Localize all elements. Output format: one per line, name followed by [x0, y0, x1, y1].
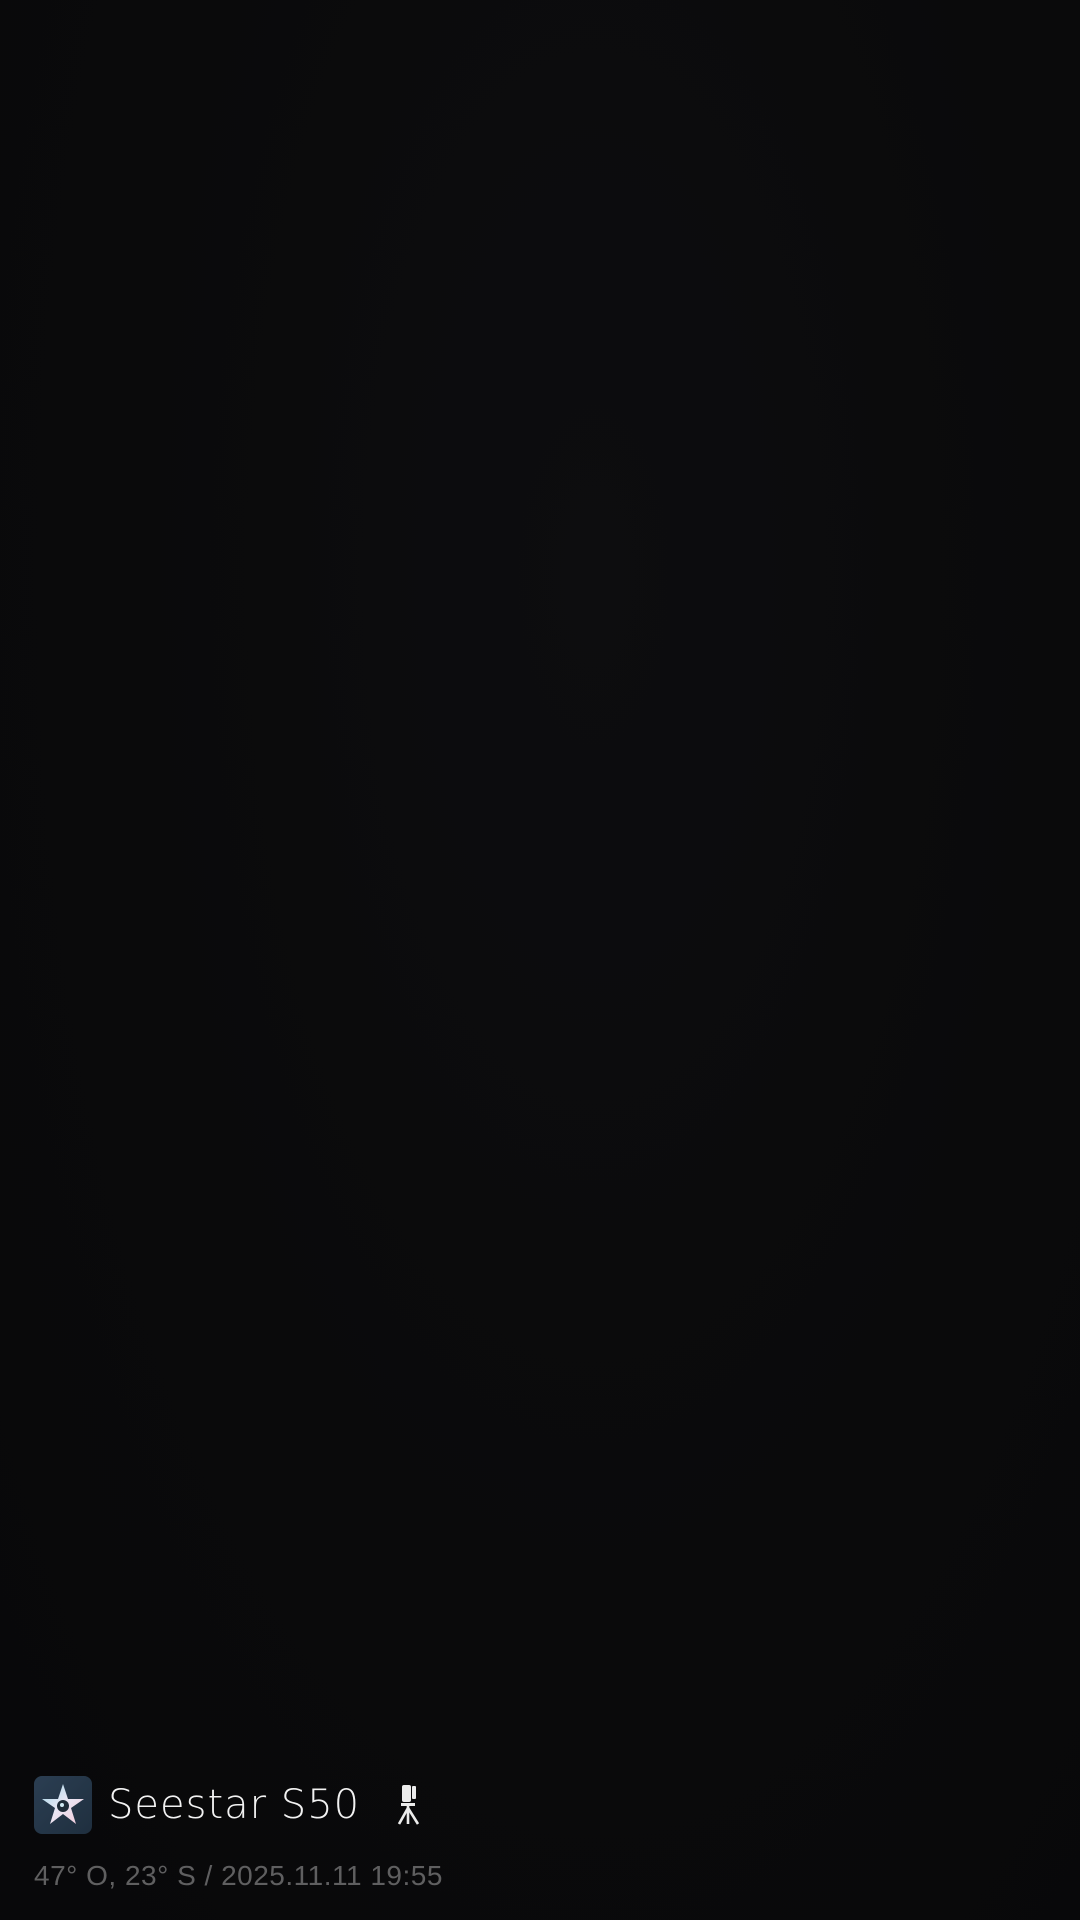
- device-watermark: Seestar S50: [34, 1776, 422, 1834]
- seestar-logo-icon: [34, 1776, 92, 1834]
- telescope-tripod-icon: [396, 1784, 422, 1826]
- capture-info-text: 47° O, 23° S / 2025.11.11 19:55: [34, 1860, 443, 1891]
- device-name-label: Seestar S50: [108, 1782, 361, 1828]
- photo-canvas: Seestar S50 47° O, 23° S / 2025.11.11 19…: [0, 0, 1080, 1920]
